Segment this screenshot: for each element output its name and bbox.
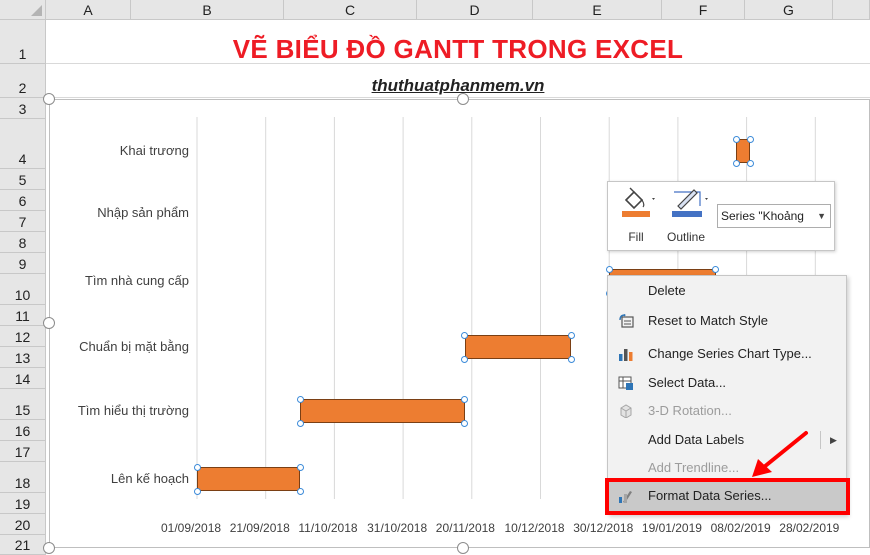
menu-item-delete[interactable]: Delete [608, 276, 846, 306]
row-header-20[interactable]: 20 [0, 514, 46, 535]
sheet-title[interactable]: VẼ BIỂU ĐỒ GANTT TRONG EXCEL [46, 34, 870, 65]
row-header-18[interactable]: 18 [0, 462, 46, 493]
menu-item-label: 3-D Rotation... [648, 403, 732, 418]
menu-item-change-series-chart-type[interactable]: Change Series Chart Type... [608, 339, 846, 369]
row-header-16[interactable]: 16 [0, 420, 46, 441]
row-header-3[interactable]: 3 [0, 98, 46, 119]
row-header-14[interactable]: 14 [0, 368, 46, 389]
menu-item-label: Add Data Labels [648, 432, 745, 447]
row-header-17[interactable]: 17 [0, 441, 46, 462]
select-all-corner[interactable] [0, 0, 46, 20]
submenu-separator [820, 431, 821, 449]
menu-item-label: Delete [648, 283, 686, 298]
row-header-10[interactable]: 10 [0, 274, 46, 305]
row-header-9[interactable]: 9 [0, 253, 46, 274]
row-header-11[interactable]: 11 [0, 305, 46, 326]
column-header-g[interactable]: G [745, 0, 833, 20]
highlight-box [605, 478, 850, 515]
row-header-12[interactable]: 12 [0, 326, 46, 347]
fill-label: Fill [628, 230, 644, 244]
column-header-e[interactable]: E [533, 0, 662, 20]
column-header-f[interactable]: F [662, 0, 745, 20]
series-selector-dropdown[interactable]: Series "Khoảng ▼ [717, 204, 831, 228]
chart-resize-handle-bottom-middle[interactable] [457, 542, 469, 554]
reset-style-icon [619, 314, 634, 328]
menu-item-label: Select Data... [648, 375, 727, 390]
row-header-13[interactable]: 13 [0, 347, 46, 368]
corner-triangle-icon [31, 5, 42, 16]
column-header-b[interactable]: B [131, 0, 284, 20]
paint-bucket-icon [622, 187, 655, 217]
menu-item-add-data-labels[interactable]: Add Data Labels ▶ [608, 425, 846, 455]
outline-button[interactable]: Outline [664, 186, 708, 248]
fill-button[interactable]: Fill [614, 186, 658, 248]
chart-mini-toolbar: Fill Outline Series "Khoảng ▼ [607, 181, 835, 251]
chart-resize-handle-bottom-left[interactable] [43, 542, 55, 554]
select-data-icon [618, 376, 633, 390]
cube-icon [620, 404, 632, 418]
chart-resize-handle-middle-left[interactable] [43, 317, 55, 329]
menu-item-reset-to-match-style[interactable]: Reset to Match Style [608, 306, 846, 336]
column-header-a[interactable]: A [46, 0, 131, 20]
menu-item-select-data[interactable]: Select Data... [608, 368, 846, 398]
outline-pen-icon [672, 189, 708, 217]
menu-item-3d-rotation[interactable]: 3-D Rotation... [608, 396, 846, 426]
column-header-d[interactable]: D [417, 0, 533, 20]
row-header-19[interactable]: 19 [0, 493, 46, 514]
row-header-4[interactable]: 4 [0, 119, 46, 169]
sheet-subtitle[interactable]: thuthuatphanmem.vn [46, 76, 870, 96]
chart-type-icon [619, 349, 633, 361]
row-header-21[interactable]: 21 [0, 535, 46, 555]
row-header-8[interactable]: 8 [0, 232, 46, 253]
chart-resize-handle-top-left[interactable] [43, 93, 55, 105]
menu-item-label: Change Series Chart Type... [648, 346, 812, 361]
row-header-7[interactable]: 7 [0, 211, 46, 232]
chart-resize-handle-top-middle[interactable] [457, 93, 469, 105]
row-header-1[interactable]: 1 [0, 20, 46, 64]
menu-item-label: Reset to Match Style [648, 313, 768, 328]
column-header-h[interactable] [833, 0, 870, 20]
column-header-c[interactable]: C [284, 0, 417, 20]
row-header-5[interactable]: 5 [0, 169, 46, 190]
chevron-down-icon: ▼ [817, 211, 826, 221]
row-header-2[interactable]: 2 [0, 64, 46, 98]
row-header-15[interactable]: 15 [0, 389, 46, 420]
row-header-6[interactable]: 6 [0, 190, 46, 211]
series-selector-value: Series "Khoảng [721, 209, 804, 223]
chevron-right-icon: ▶ [830, 435, 837, 445]
outline-label: Outline [666, 230, 706, 244]
